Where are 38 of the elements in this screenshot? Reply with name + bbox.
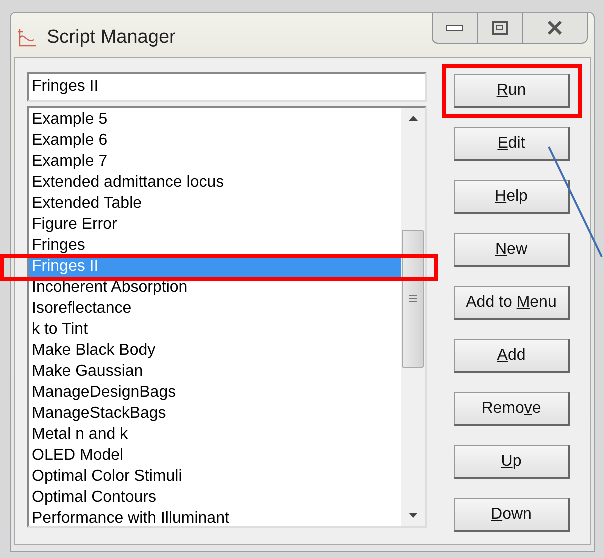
action-button[interactable]: Add to Menu: [454, 286, 570, 320]
list-item[interactable]: ManageDesignBags: [29, 382, 401, 403]
close-icon: [545, 20, 565, 36]
list-item[interactable]: Incoherent Absorption: [29, 277, 401, 298]
action-button[interactable]: Down: [454, 498, 570, 532]
list-item[interactable]: Isoreflectance: [29, 298, 401, 319]
maximize-icon: [491, 20, 509, 36]
list-item[interactable]: Example 6: [29, 130, 401, 151]
list-item[interactable]: Metal n and k: [29, 424, 401, 445]
list-item[interactable]: Figure Error: [29, 214, 401, 235]
list-item[interactable]: OLED Model: [29, 445, 401, 466]
list-item[interactable]: Example 7: [29, 151, 401, 172]
list-item[interactable]: Make Black Body: [29, 340, 401, 361]
list-item[interactable]: k to Tint: [29, 319, 401, 340]
list-item[interactable]: Optimal Contours: [29, 487, 401, 508]
action-button[interactable]: Edit: [454, 127, 570, 161]
window-title: Script Manager: [47, 27, 176, 49]
action-button[interactable]: Up: [454, 445, 570, 479]
scroll-up-icon[interactable]: [408, 116, 418, 121]
list-item[interactable]: Optimal Color Stimuli: [29, 466, 401, 487]
list-item[interactable]: Make Gaussian: [29, 361, 401, 382]
list-item[interactable]: ManageStackBags: [29, 403, 401, 424]
action-button[interactable]: Help: [454, 180, 570, 214]
chart-icon: [17, 28, 37, 48]
action-button[interactable]: Run: [454, 74, 570, 108]
scroll-thumb[interactable]: [402, 230, 424, 368]
action-button[interactable]: New: [454, 233, 570, 267]
list-item[interactable]: Fringes: [29, 235, 401, 256]
script-name-field[interactable]: Fringes II: [27, 72, 427, 102]
minimize-icon: [445, 23, 465, 33]
action-button[interactable]: Remove: [454, 392, 570, 426]
list-item[interactable]: Example 5: [29, 109, 401, 130]
scrollbar[interactable]: [401, 108, 425, 526]
list-item[interactable]: Performance with Illuminant: [29, 508, 401, 526]
list-item[interactable]: Extended admittance locus: [29, 172, 401, 193]
list-item[interactable]: Extended Table: [29, 193, 401, 214]
scroll-down-icon[interactable]: [408, 513, 418, 518]
action-button[interactable]: Add: [454, 339, 570, 373]
